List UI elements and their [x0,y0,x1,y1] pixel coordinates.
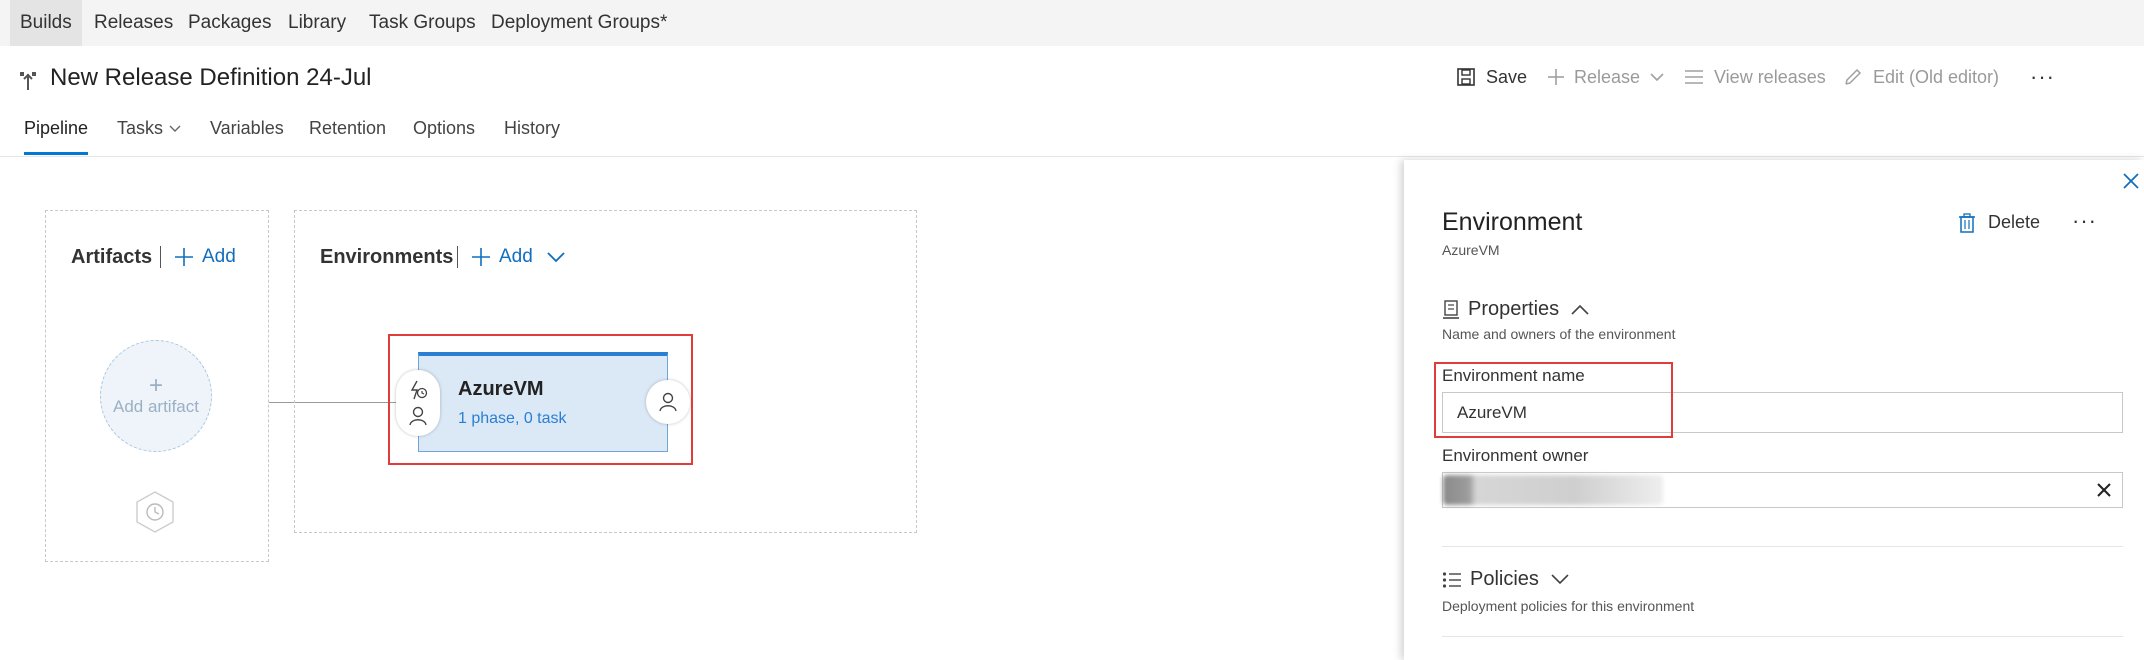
hub-tab-library[interactable]: Library [278,0,356,46]
list-icon [1684,68,1704,86]
view-releases-button[interactable]: View releases [1684,62,1826,92]
hub-tab-deployment-groups[interactable]: Deployment Groups* [481,0,677,46]
environments-separator [457,246,458,268]
more-actions-button[interactable]: ··· [2030,62,2055,92]
highlight-environment-card [388,334,693,465]
highlight-environment-name [1434,362,1673,438]
edit-old-editor-button[interactable]: Edit (Old editor) [1843,62,1999,92]
chevron-down-icon [169,125,181,133]
policies-list-icon [1442,571,1462,589]
policies-section-header[interactable]: Policies [1442,568,1569,591]
save-icon [1456,67,1476,87]
tab-tasks-label: Tasks [117,118,164,138]
section-divider [1442,546,2123,547]
tab-pipeline[interactable]: Pipeline [24,118,88,139]
add-artifact-button[interactable]: + Add artifact [100,340,212,452]
environment-owner-label: Environment owner [1442,446,1589,465]
delete-label: Delete [1988,212,2041,232]
policies-title: Policies [1470,568,1539,590]
release-button[interactable]: Release [1546,62,1664,92]
release-label: Release [1574,66,1641,87]
view-releases-label: View releases [1714,66,1826,87]
hub-tab-task-groups[interactable]: Task Groups [359,0,486,46]
artifacts-separator [160,246,161,268]
tab-tasks[interactable]: Tasks [117,118,181,139]
properties-icon [1442,299,1460,320]
add-artifact-label: Add artifact [113,397,199,416]
page-title: New Release Definition 24-Jul [50,64,372,91]
tab-variables[interactable]: Variables [210,118,284,139]
chevron-down-icon [1551,574,1569,585]
release-definition-icon [18,70,38,92]
panel-title: Environment [1442,208,1583,236]
properties-title: Properties [1468,298,1560,320]
close-icon[interactable] [2122,172,2140,190]
tabs-divider [0,156,2144,157]
clear-owner-icon[interactable] [2096,482,2112,498]
delete-button[interactable]: Delete [1958,212,2040,233]
active-tab-indicator [24,152,88,155]
chevron-down-icon [547,251,565,263]
properties-description: Name and owners of the environment [1442,326,1676,342]
hub-tab-packages[interactable]: Packages [178,0,281,46]
tab-options[interactable]: Options [413,118,475,139]
owner-avatar [1443,475,1663,505]
artifacts-add-button[interactable]: Add [174,246,236,268]
panel-subtitle: AzureVM [1442,242,1500,258]
artifacts-title: Artifacts [71,246,153,268]
plus-icon [471,247,491,267]
plus-icon [174,247,194,267]
plus-icon [1546,67,1566,87]
hub-tab-builds[interactable]: Builds [10,0,82,46]
chevron-down-icon [1650,72,1664,82]
environment-owner-picker[interactable] [1442,472,2123,508]
plus-icon: + [148,372,163,399]
tab-history[interactable]: History [504,118,560,139]
section-divider [1442,636,2123,637]
environments-add-label: Add [499,246,533,267]
save-label: Save [1486,66,1528,87]
chevron-up-icon [1571,304,1589,315]
save-button[interactable]: Save [1456,62,1527,92]
panel-more-button[interactable]: ··· [2072,208,2097,234]
hub-tab-releases[interactable]: Releases [84,0,183,46]
properties-section-header[interactable]: Properties [1442,298,1589,321]
environments-title: Environments [320,246,454,268]
pencil-icon [1843,67,1863,87]
policies-description: Deployment policies for this environment [1442,598,1695,614]
environments-add-button[interactable]: Add [471,246,565,268]
schedule-trigger-icon[interactable] [134,490,176,534]
trash-icon [1958,212,1976,233]
tab-retention[interactable]: Retention [309,118,386,139]
edit-old-editor-label: Edit (Old editor) [1873,66,2000,87]
artifacts-add-label: Add [202,246,236,267]
